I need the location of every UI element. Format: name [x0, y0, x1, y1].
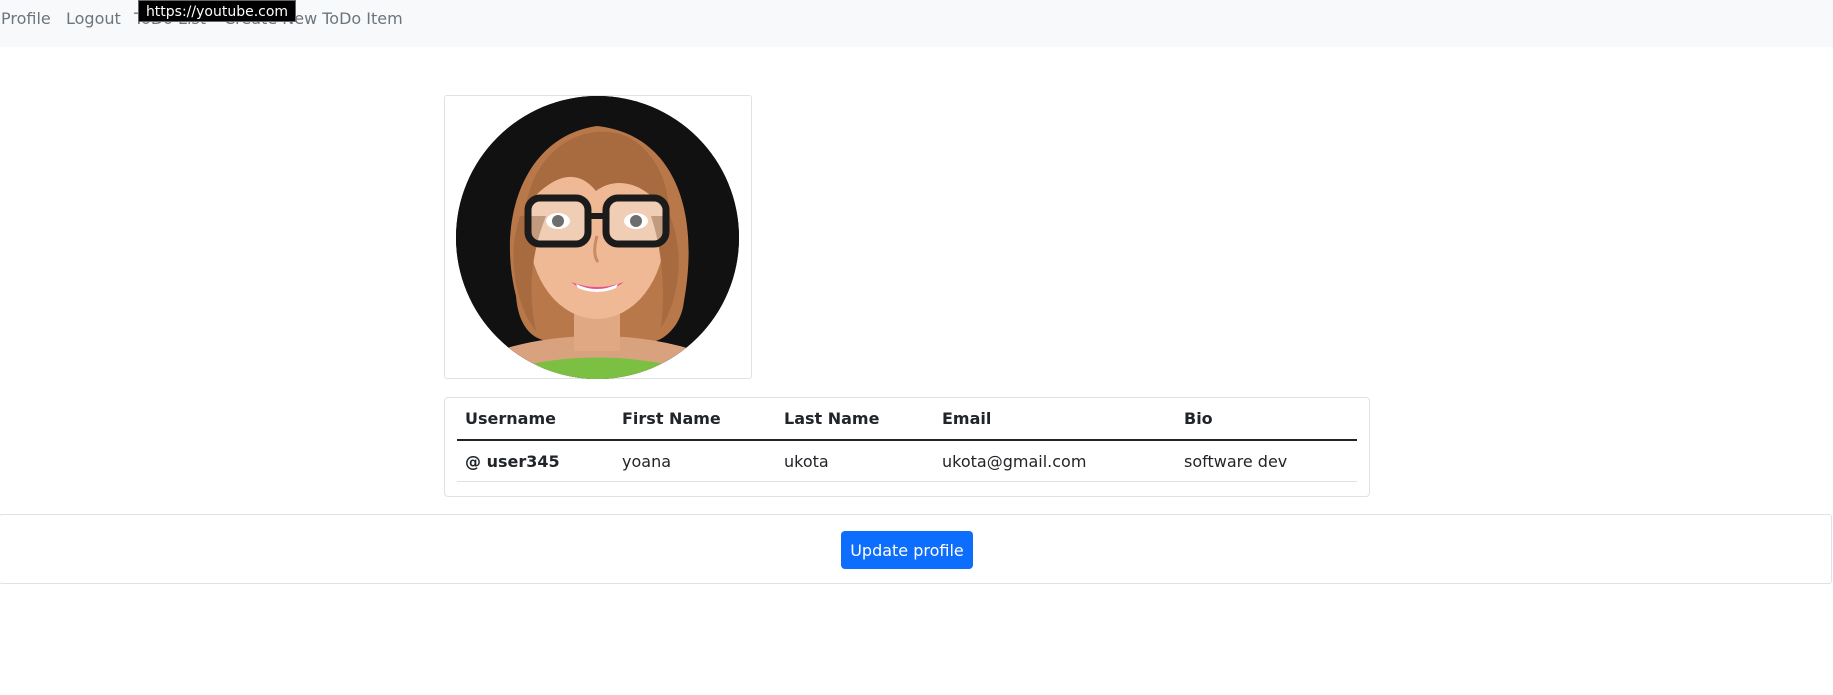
avatar: [456, 96, 739, 379]
header-bio: Bio: [1176, 398, 1357, 441]
cell-last-name: ukota: [776, 440, 934, 482]
update-profile-button[interactable]: Update profile: [841, 531, 973, 569]
cell-username: @ user345: [457, 440, 614, 482]
table-row: @ user345 yoana ukota ukota@gmail.com so…: [457, 440, 1357, 482]
profile-table: Username First Name Last Name Email Bio …: [457, 398, 1357, 482]
navbar: Profile Logout ToDo List Create New ToDo…: [0, 0, 1833, 47]
avatar-illustration: [456, 96, 739, 379]
profile-table-card: Username First Name Last Name Email Bio …: [444, 397, 1370, 497]
header-first-name: First Name: [614, 398, 776, 441]
link-tooltip: https://youtube.com: [138, 0, 296, 22]
header-username: Username: [457, 398, 614, 441]
cell-email: ukota@gmail.com: [934, 440, 1176, 482]
table-header-row: Username First Name Last Name Email Bio: [457, 398, 1357, 441]
header-email: Email: [934, 398, 1176, 441]
nav-link-profile[interactable]: Profile: [1, 9, 51, 29]
actions-bar: Update profile: [0, 514, 1832, 584]
cell-first-name: yoana: [614, 440, 776, 482]
nav-link-logout[interactable]: Logout: [66, 9, 121, 29]
header-last-name: Last Name: [776, 398, 934, 441]
avatar-card: [444, 95, 752, 379]
cell-bio: software dev: [1176, 440, 1357, 482]
